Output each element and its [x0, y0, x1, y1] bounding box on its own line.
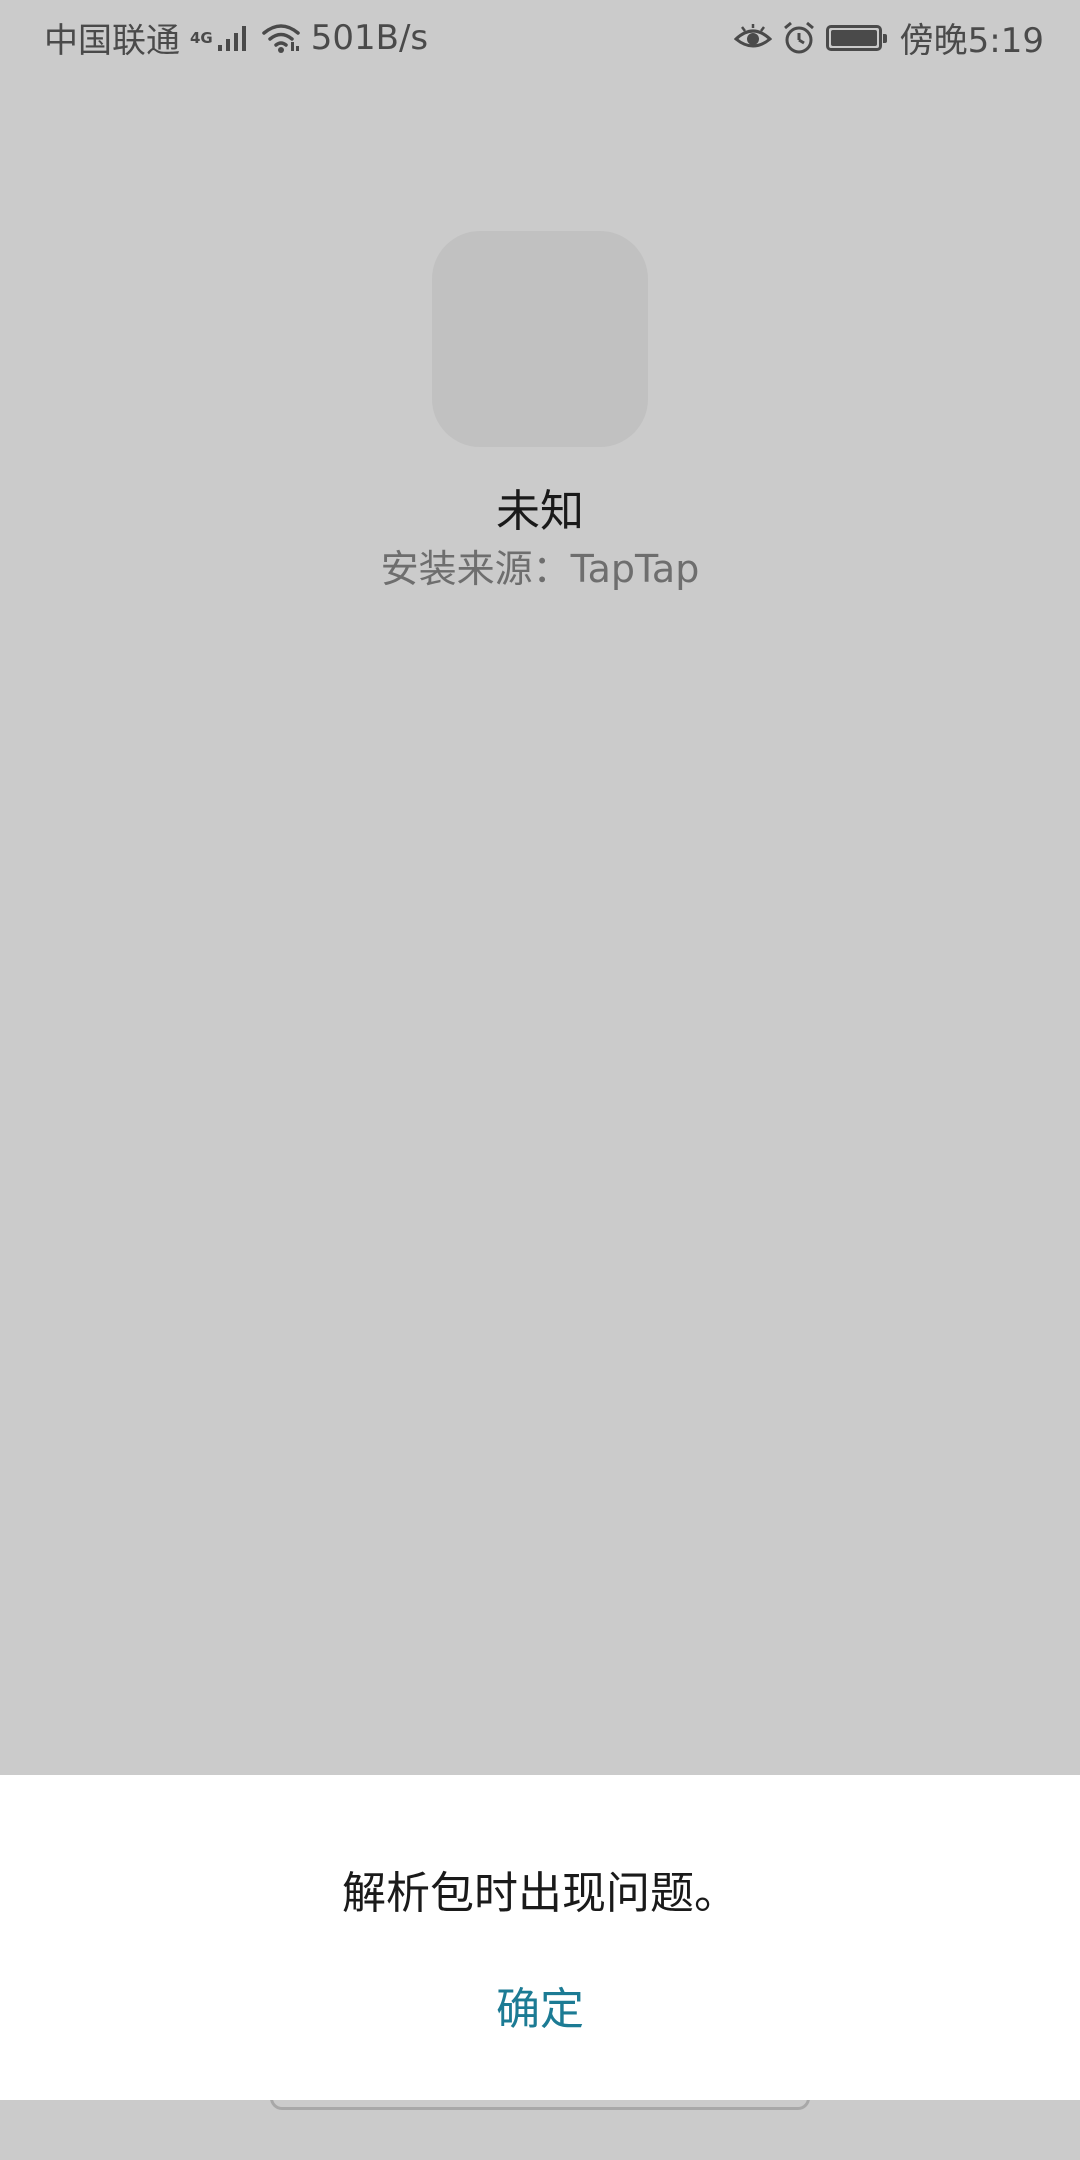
app-name: 未知 — [496, 486, 584, 537]
signal-icon — [217, 23, 251, 53]
wifi-icon — [261, 22, 301, 54]
battery-icon — [825, 24, 887, 51]
install-source-label: 安装来源：TapTap — [380, 547, 700, 591]
battery-level-fill — [830, 29, 877, 46]
alarm-icon — [782, 21, 816, 55]
confirm-button[interactable]: 确定 — [440, 1975, 640, 2045]
app-icon-placeholder — [432, 231, 648, 447]
dialog-message: 解析包时出现问题。 — [342, 1868, 738, 1919]
status-bar: 中国联通 4G 501B/s 傍晚5:19 — [0, 0, 1080, 75]
status-right: 傍晚5:19 — [733, 13, 1044, 62]
network-type-label: 4G — [190, 29, 213, 47]
install-screen: 中国联通 4G 501B/s 傍晚5:19 未知 安装来源：TapTap 解析包… — [0, 0, 1080, 2160]
carrier-label: 中国联通 — [44, 21, 180, 61]
eye-comfort-icon — [733, 23, 772, 53]
status-left: 中国联通 4G 501B/s — [44, 13, 428, 62]
clock-label: 傍晚5:19 — [899, 21, 1044, 61]
error-dialog: 解析包时出现问题。 确定 — [0, 1775, 1080, 2100]
network-speed-label: 501B/s — [310, 17, 429, 58]
